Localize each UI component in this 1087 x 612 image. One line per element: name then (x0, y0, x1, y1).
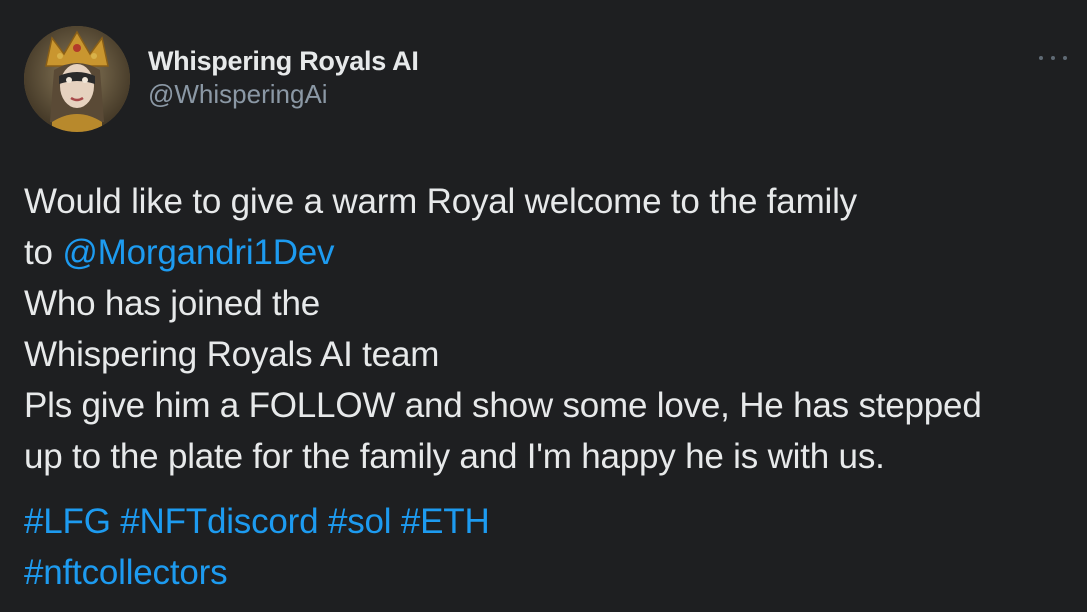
author-avatar[interactable] (24, 26, 130, 132)
tweet-line: Pls give him a FOLLOW and show some love… (24, 386, 982, 425)
hashtag-link[interactable]: #ETH (401, 502, 490, 541)
hashtag-link[interactable]: #NFTdiscord (120, 502, 318, 541)
more-options-button[interactable] (1039, 48, 1067, 68)
tweet-line: Who has joined the (24, 284, 321, 323)
tweet-line: Would like to give a warm Royal welcome … (24, 182, 857, 221)
tweet-text: Would like to give a warm Royal welcome … (24, 176, 1074, 482)
hashtag-link[interactable]: #nftcollectors (24, 553, 228, 592)
tweet-line: to @Morgandri1Dev (24, 227, 1074, 278)
hashtag-row: #nftcollectors (24, 547, 490, 598)
crowned-woman-avatar-icon (24, 26, 130, 132)
author-info: Whispering Royals AI @WhisperingAi (148, 44, 419, 110)
mention-link[interactable]: @Morgandri1Dev (62, 233, 334, 272)
tweet-line: up to the plate for the family and I'm h… (24, 437, 885, 476)
ellipsis-icon (1051, 56, 1055, 60)
author-handle[interactable]: @WhisperingAi (148, 78, 419, 110)
tweet-line: Whispering Royals AI team (24, 335, 440, 374)
ellipsis-icon (1063, 56, 1067, 60)
tweet-card: Whispering Royals AI @WhisperingAi Would… (0, 0, 1087, 612)
hashtag-row: #LFG #NFTdiscord #sol #ETH (24, 496, 490, 547)
hashtag-link[interactable]: #sol (328, 502, 392, 541)
tweet-text-prefix: to (24, 233, 63, 272)
ellipsis-icon (1039, 56, 1043, 60)
author-display-name[interactable]: Whispering Royals AI (148, 44, 419, 78)
hashtag-list: #LFG #NFTdiscord #sol #ETH #nftcollector… (24, 496, 490, 598)
hashtag-link[interactable]: #LFG (24, 502, 111, 541)
